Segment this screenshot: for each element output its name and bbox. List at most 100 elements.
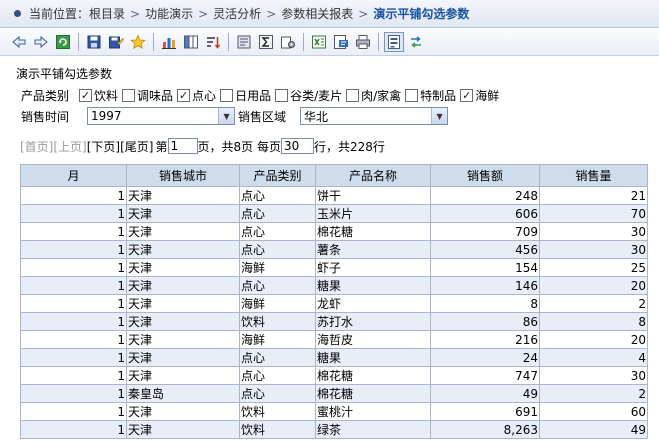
cell-sales-amount: 691 xyxy=(430,402,540,421)
breadcrumb-item[interactable]: 灵活分析 xyxy=(213,5,261,22)
cell-city: 天津 xyxy=(126,258,240,277)
cell-category: 饮料 xyxy=(239,402,316,421)
rows-suffix: 行，共228行 xyxy=(313,139,385,154)
cell-product: 苏打水 xyxy=(315,312,431,331)
cell-sales-qty: 60 xyxy=(539,402,648,421)
category-checkbox-special[interactable]: 特制品 xyxy=(405,87,456,104)
refresh-icon[interactable] xyxy=(53,32,73,52)
cell-city: 天津 xyxy=(126,294,240,313)
checkbox-box[interactable] xyxy=(346,88,360,102)
table-row: 1 天津 饮料 苏打水 86 8 xyxy=(20,312,648,331)
category-checkbox-meat[interactable]: 肉/家禽 xyxy=(346,87,401,104)
forward-icon[interactable] xyxy=(31,32,51,52)
cell-sales-amount: 49 xyxy=(430,384,540,403)
column-icon[interactable] xyxy=(181,32,201,52)
cell-month: 1 xyxy=(20,366,127,385)
category-checkbox-cereal[interactable]: 谷类/麦片 xyxy=(275,87,342,104)
settings-icon[interactable] xyxy=(278,32,298,52)
first-page-link[interactable]: [首页] xyxy=(20,138,53,155)
category-checkbox-label: 日用品 xyxy=(235,88,272,103)
column-header-sales-amount[interactable]: 销售额 xyxy=(430,164,540,187)
cell-category: 海鲜 xyxy=(239,258,316,277)
cell-sales-amount: 747 xyxy=(430,366,540,385)
report-title: 演示平铺勾选参数 xyxy=(16,67,113,81)
chevron-down-icon[interactable]: ▼ xyxy=(431,108,448,124)
pager: [首页] [上页] [下页] [尾页] 第 页，共8页 每页 行，共228行 xyxy=(20,137,385,155)
region-label: 销售区域 xyxy=(238,109,287,124)
chevron-down-icon[interactable]: ▼ xyxy=(218,108,235,124)
checkbox-box[interactable] xyxy=(122,88,136,102)
breadcrumb-item[interactable]: 功能演示 xyxy=(145,5,193,22)
next-page-link[interactable]: [下页] xyxy=(87,138,120,155)
checkbox-box[interactable] xyxy=(405,88,419,102)
export-pdf-icon[interactable] xyxy=(331,32,351,52)
category-checkbox-snack[interactable]: ✓ 点心 xyxy=(177,87,216,104)
cell-sales-qty: 2 xyxy=(539,384,648,403)
category-checkbox-daily[interactable]: 日用品 xyxy=(220,87,271,104)
toolbar-separator xyxy=(228,32,229,51)
page-prefix: 第 xyxy=(155,139,168,154)
column-header-category[interactable]: 产品类别 xyxy=(239,164,316,187)
cell-city: 天津 xyxy=(126,420,240,439)
time-label: 销售时间 xyxy=(21,109,70,124)
switch-icon[interactable] xyxy=(406,32,426,52)
breadcrumb-current: 演示平铺勾选参数 xyxy=(373,7,470,21)
cell-sales-amount: 146 xyxy=(430,276,540,295)
params-icon[interactable] xyxy=(384,31,404,52)
cell-month: 1 xyxy=(20,204,127,223)
cell-city: 天津 xyxy=(126,204,240,223)
cell-city: 天津 xyxy=(126,186,240,205)
cell-city: 天津 xyxy=(126,240,240,259)
column-header-sales-qty[interactable]: 销售量 xyxy=(539,164,648,187)
cell-product: 龙虾 xyxy=(315,294,431,313)
breadcrumb-item[interactable]: 根目录 xyxy=(89,5,125,22)
checkbox-box[interactable]: ✓ xyxy=(79,88,93,102)
chart-icon[interactable] xyxy=(159,32,179,52)
category-checkbox-condiment[interactable]: 调味品 xyxy=(122,87,173,104)
column-header-city[interactable]: 销售城市 xyxy=(126,164,240,187)
region-select[interactable]: 华北 ▼ xyxy=(300,107,449,125)
page-number-input[interactable] xyxy=(167,138,198,154)
prev-page-link[interactable]: [上页] xyxy=(53,138,86,155)
cell-sales-qty: 25 xyxy=(539,258,648,277)
table-row: 1 天津 点心 薯条 456 30 xyxy=(20,240,648,259)
cell-month: 1 xyxy=(20,240,127,259)
category-checkbox-seafood[interactable]: ✓ 海鲜 xyxy=(460,87,499,104)
column-header-product[interactable]: 产品名称 xyxy=(315,164,431,187)
toolbar-separator xyxy=(378,32,379,51)
cell-product: 薯条 xyxy=(315,240,431,259)
checkbox-box[interactable]: ✓ xyxy=(177,88,191,102)
checkbox-box[interactable] xyxy=(275,88,289,102)
column-header-month[interactable]: 月 xyxy=(20,164,127,187)
print-setup-icon[interactable] xyxy=(234,32,254,52)
print-icon[interactable] xyxy=(353,32,373,52)
cell-sales-qty: 4 xyxy=(539,348,648,367)
export-excel-icon[interactable] xyxy=(309,32,329,52)
save-as-icon[interactable] xyxy=(106,32,126,52)
save-icon[interactable] xyxy=(84,32,104,52)
checkbox-box[interactable]: ✓ xyxy=(460,88,474,102)
rows-per-page-input[interactable] xyxy=(280,138,314,154)
cell-sales-amount: 154 xyxy=(430,258,540,277)
time-select[interactable]: 1997 ▼ xyxy=(87,107,236,125)
cell-city: 天津 xyxy=(126,276,240,295)
cell-product: 蜜桃汁 xyxy=(315,402,431,421)
last-page-link[interactable]: [尾页] xyxy=(120,138,153,155)
cell-sales-amount: 8 xyxy=(430,294,540,313)
region-select-value: 华北 xyxy=(304,109,329,124)
table-row: 1 天津 点心 饼干 248 21 xyxy=(20,186,648,205)
sort-icon[interactable] xyxy=(203,32,223,52)
cell-product: 绿茶 xyxy=(315,420,431,439)
category-checkbox-beverage[interactable]: ✓ 饮料 xyxy=(79,87,118,104)
category-checkbox-label: 点心 xyxy=(192,88,217,103)
table-row: 1 天津 饮料 绿茶 8,263 49 xyxy=(20,420,648,439)
checkbox-box[interactable] xyxy=(220,88,234,102)
back-icon[interactable] xyxy=(9,32,29,52)
table-row: 1 天津 海鲜 海哲皮 216 20 xyxy=(20,330,648,349)
toolbar-separator xyxy=(78,32,79,51)
category-checkbox-label: 海鲜 xyxy=(475,88,500,103)
sum-icon[interactable] xyxy=(256,32,276,52)
favorite-icon[interactable] xyxy=(128,32,148,52)
breadcrumb-item[interactable]: 参数相关报表 xyxy=(281,5,353,22)
category-checkbox-label: 谷类/麦片 xyxy=(290,88,343,103)
